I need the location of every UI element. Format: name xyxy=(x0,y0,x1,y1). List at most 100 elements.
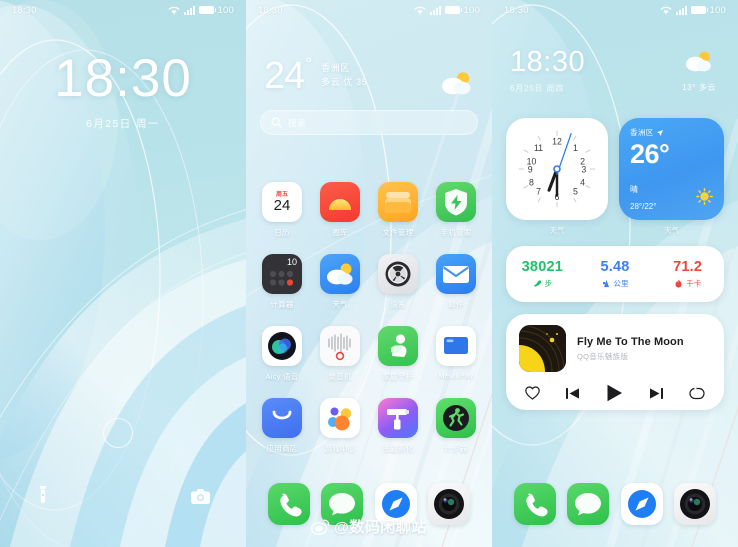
steps-unit: 步 xyxy=(544,279,553,288)
app-label: 设置 xyxy=(390,300,406,309)
signal-icon xyxy=(429,5,441,15)
app-calculator[interactable]: 10 计算器 xyxy=(258,254,306,310)
app-meizupay[interactable]: MeizuPay xyxy=(432,326,480,382)
calories-value: 71.2 xyxy=(673,259,703,275)
weather-widget-label: 天气 xyxy=(664,226,679,235)
recorder-icon xyxy=(320,326,360,366)
signal-icon xyxy=(675,5,687,15)
clock-widget-label: 天气 xyxy=(549,226,565,235)
distance-unit: 公里 xyxy=(613,279,629,288)
app-calendar[interactable]: 周五 24 日历 xyxy=(258,182,306,238)
play-icon[interactable] xyxy=(606,384,623,402)
app-label: 天气 xyxy=(332,300,348,309)
settings-icon xyxy=(378,254,418,294)
weather-icon xyxy=(320,254,360,294)
distance-value: 5.48 xyxy=(600,259,630,275)
app-security[interactable]: 手机管家 xyxy=(432,182,480,238)
app-label: 手机管家 xyxy=(440,228,472,237)
app-gallery[interactable]: 图库 xyxy=(316,182,364,238)
svg-text:7: 7 xyxy=(536,187,541,197)
music-controls xyxy=(519,384,711,402)
fitness-distance: 5.48 公里 xyxy=(579,259,652,289)
music-widget[interactable]: Fly Me To The Moon QQ音乐魅族版 xyxy=(506,314,724,410)
music-text: Fly Me To The Moon QQ音乐魅族版 xyxy=(577,336,684,362)
next-icon[interactable] xyxy=(649,387,663,400)
battery-level: 100 xyxy=(463,4,480,16)
fingerprint-ring[interactable] xyxy=(103,418,133,448)
weather-summary-text: 13° 多云 xyxy=(682,82,716,93)
app-label: 游戏中心 xyxy=(324,444,356,453)
steps-unit-row: 步 xyxy=(506,278,579,289)
status-bar: 18:30 100 xyxy=(246,0,492,20)
battery-icon xyxy=(444,6,463,14)
shoe-icon xyxy=(533,280,541,287)
app-label: 应用商店 xyxy=(266,444,298,453)
fitness-calories: 71.2 千卡 xyxy=(651,259,724,289)
signal-icon xyxy=(183,5,195,15)
svg-text:4: 4 xyxy=(580,178,585,188)
status-bar-time: 18:30 xyxy=(504,4,529,16)
app-weather[interactable]: 天气 xyxy=(316,254,364,310)
app-game-center[interactable]: 游戏中心 xyxy=(316,398,364,454)
status-bar: 18:30 100 xyxy=(0,0,246,20)
heart-icon[interactable] xyxy=(525,386,540,400)
app-recorder[interactable]: 录音机 xyxy=(316,326,364,382)
app-label: 计步器 xyxy=(444,444,468,453)
svg-text:12: 12 xyxy=(552,136,562,146)
camera-icon[interactable] xyxy=(191,489,210,509)
flashlight-icon[interactable] xyxy=(36,486,50,509)
app-label: MeizuPay xyxy=(438,371,474,380)
battery-icon xyxy=(690,6,709,14)
wifi-icon xyxy=(660,6,671,14)
weather-widget-location: 香洲区 xyxy=(630,127,713,138)
app-mail[interactable]: 邮件 xyxy=(432,254,480,310)
weather-summary-condition: 多云 xyxy=(698,83,716,92)
search-input[interactable]: 搜索 xyxy=(260,110,478,135)
app-app-store[interactable]: 应用商店 xyxy=(258,398,306,454)
fitness-widget[interactable]: 38021 步 5.48 公里 71.2 千卡 xyxy=(506,246,724,302)
gallery-icon xyxy=(320,182,360,222)
weather-summary[interactable]: 13° 多云 xyxy=(682,50,716,93)
battery-level: 100 xyxy=(709,4,726,16)
widget-screen-panel: 18:30 100 18:30 6月25日 周四 13° 多云 12 1 2 3… xyxy=(492,0,738,547)
search-placeholder: 搜索 xyxy=(288,117,307,128)
app-label: 图库 xyxy=(332,228,348,237)
widget-stack: 12 1 2 345 678 9 10 11 香洲区 26° 晴 28°/22°… xyxy=(506,118,724,410)
clock-date: 6月25日 周四 xyxy=(510,84,564,93)
svg-text:8: 8 xyxy=(529,178,534,188)
album-art xyxy=(519,325,566,372)
partly-cloudy-icon xyxy=(440,70,474,101)
widget-row-top: 12 1 2 345 678 9 10 11 香洲区 26° 晴 28°/22° xyxy=(506,118,724,220)
calculator-icon: 10 xyxy=(262,254,302,294)
status-bar: 18:30 100 xyxy=(492,0,738,20)
lock-date: 6月25日 周一 xyxy=(86,118,160,130)
weather-widget-temp: 26° xyxy=(630,139,670,169)
family-guard-icon xyxy=(378,326,418,366)
security-icon xyxy=(436,182,476,222)
app-row: 应用商店 游戏中心 主题美化 计步器 xyxy=(258,398,480,454)
app-family-guard[interactable]: 家庭守护 xyxy=(374,326,422,382)
app-voice-assistant[interactable]: Aicy 语音 xyxy=(258,326,306,382)
previous-icon[interactable] xyxy=(566,387,580,400)
analog-clock-widget[interactable]: 12 1 2 345 678 9 10 11 xyxy=(506,118,608,220)
themes-icon xyxy=(378,398,418,438)
watermark-text: @数码闲聊站 xyxy=(334,519,427,536)
weather-widget[interactable]: 香洲区 26° 晴 28°/22° xyxy=(619,118,724,220)
repeat-icon[interactable] xyxy=(689,386,705,400)
app-label: 日历 xyxy=(274,228,290,237)
wallet-icon xyxy=(436,326,476,366)
search-icon xyxy=(271,117,282,128)
svg-text:1: 1 xyxy=(573,143,578,153)
calendar-icon: 周五 24 xyxy=(262,182,302,222)
watermark: @数码闲聊站 xyxy=(0,516,738,537)
status-bar-indicators: 100 xyxy=(168,5,234,16)
app-store-icon xyxy=(262,398,302,438)
app-pedometer[interactable]: 计步器 xyxy=(432,398,480,454)
app-files[interactable]: 文件管理 xyxy=(374,182,422,238)
app-label: 邮件 xyxy=(448,300,464,309)
app-settings[interactable]: 设置 xyxy=(374,254,422,310)
weather-header-widget[interactable]: 24° 香洲区 多云 优 35 xyxy=(264,55,474,101)
weather-widget-high-low: 28°/22° xyxy=(630,202,657,211)
widget-screen-clock: 18:30 6月25日 周四 xyxy=(510,48,585,94)
app-themes[interactable]: 主题美化 xyxy=(374,398,422,454)
